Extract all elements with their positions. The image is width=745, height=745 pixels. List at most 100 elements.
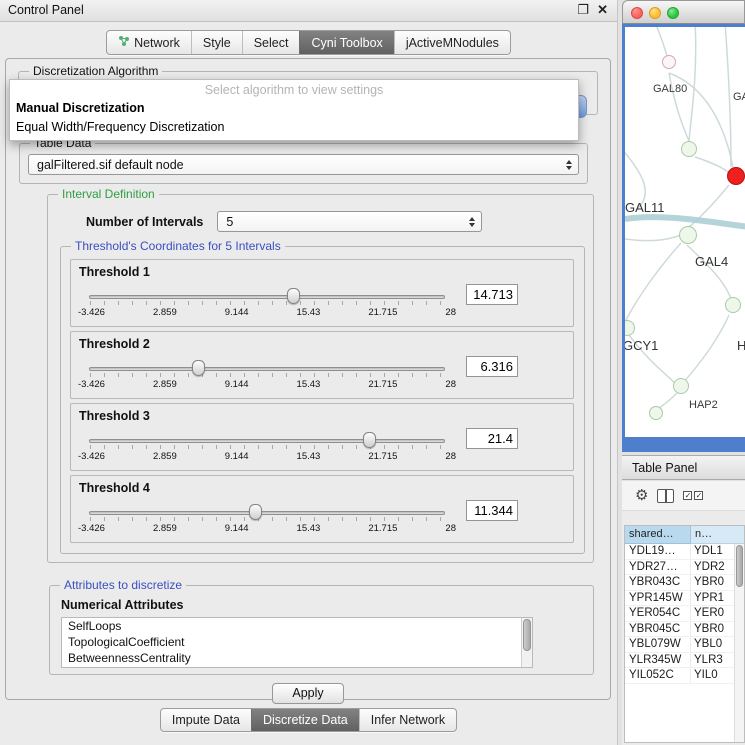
tab-discretize-data[interactable]: Discretize Data	[251, 709, 359, 731]
network-window-frame: GAL80 GA GAL11 GAL4 GCY1 H HAP2	[622, 24, 745, 452]
column-header-name[interactable]: n…	[691, 526, 744, 544]
threshold-2-slider[interactable]	[89, 360, 445, 377]
table-row[interactable]: YDR27… YDR2	[625, 560, 744, 576]
slider-tickmarks	[90, 445, 444, 449]
slider-track[interactable]	[89, 511, 445, 515]
tick-label: 21.715	[368, 451, 397, 462]
tab-select[interactable]: Select	[242, 31, 300, 54]
tab-network[interactable]: Network	[107, 31, 191, 54]
threshold-2-value-input[interactable]	[466, 356, 518, 377]
network-window-titlebar[interactable]	[622, 0, 745, 24]
scrollbar-thumb[interactable]	[523, 619, 531, 651]
attribute-list-item[interactable]: SelfLoops	[62, 618, 532, 634]
tick-label: 2.859	[153, 379, 177, 390]
network-node[interactable]	[649, 406, 663, 420]
threshold-1-value-input[interactable]	[466, 284, 518, 305]
desktop: Control Panel ❐ ✕ Network Style Select C…	[0, 0, 745, 745]
slider-track[interactable]	[89, 367, 445, 371]
network-node-highlighted[interactable]	[727, 167, 745, 185]
slider-track[interactable]	[89, 295, 445, 299]
slider-track[interactable]	[89, 439, 445, 443]
numerical-attributes-list: SelfLoopsTopologicalCoefficientBetweenne…	[61, 617, 533, 668]
tab-infer-network[interactable]: Infer Network	[359, 709, 456, 731]
combobox-arrows-icon	[562, 155, 575, 174]
apply-button[interactable]: Apply	[272, 683, 343, 704]
float-window-icon[interactable]: ❐	[577, 2, 589, 18]
network-node[interactable]	[681, 141, 697, 157]
table-cell-shared-name: YER054C	[625, 606, 691, 621]
table-scrollbar[interactable]	[734, 544, 744, 742]
tick-label: 21.715	[368, 307, 397, 318]
table-data-combobox[interactable]: galFiltered.sif default node	[28, 154, 579, 175]
close-window-icon[interactable]: ✕	[597, 2, 608, 18]
dropdown-option-manual-discretization[interactable]: Manual Discretization	[10, 99, 578, 118]
network-node[interactable]	[673, 378, 689, 394]
threshold-4-value-input[interactable]	[466, 500, 518, 521]
table-row[interactable]: YBL079W YBL0	[625, 637, 744, 653]
slider-thumb[interactable]	[249, 504, 262, 520]
zoom-traffic-light[interactable]	[667, 7, 679, 19]
settings-gear-icon[interactable]: ⚙	[635, 488, 648, 503]
table-header-row: shared… n…	[625, 526, 744, 544]
scrollbar-thumb[interactable]	[736, 545, 743, 587]
minimize-traffic-light[interactable]	[649, 7, 661, 19]
close-traffic-light[interactable]	[631, 7, 643, 19]
threshold-label: Threshold 1	[79, 265, 150, 279]
threshold-label: Threshold 4	[79, 481, 150, 495]
number-of-intervals-combobox[interactable]: 5	[217, 211, 482, 232]
network-window: GAL80 GA GAL11 GAL4 GCY1 H HAP2	[622, 0, 745, 452]
select-visible-columns-icon[interactable]: ✓ ✓	[683, 491, 703, 500]
dropdown-placeholder: Select algorithm to view settings	[10, 80, 578, 99]
attributes-list-scrollbar[interactable]	[521, 618, 532, 667]
table-cell-shared-name: YIL052C	[625, 668, 691, 683]
dropdown-option-equal-width-frequency[interactable]: Equal Width/Frequency Discretization	[10, 118, 578, 137]
slider-thumb[interactable]	[363, 432, 376, 448]
tick-label: 21.715	[368, 379, 397, 390]
attribute-list-item[interactable]: BetweennessCentrality	[62, 650, 532, 666]
attribute-list-item[interactable]: TopologicalCoefficient	[62, 634, 532, 650]
table-data-selected-value: galFiltered.sif default node	[37, 158, 184, 172]
tab-cyni-toolbox[interactable]: Cyni Toolbox	[299, 31, 393, 54]
threshold-panel-4: Threshold 4 -3.4262.8599.14415.4321.7152…	[70, 475, 574, 543]
slider-thumb[interactable]	[287, 288, 300, 304]
network-node[interactable]	[662, 55, 676, 69]
table-cell-shared-name: YBR043C	[625, 575, 691, 590]
node-label: HAP2	[689, 399, 718, 411]
right-panel-area: GAL80 GA GAL11 GAL4 GCY1 H HAP2 Table Pa…	[622, 0, 745, 745]
slider-thumb[interactable]	[192, 360, 205, 376]
slider-tickmarks	[90, 301, 444, 305]
tab-network-label: Network	[134, 36, 180, 50]
tab-jactivemnodules[interactable]: jActiveMNodules	[394, 31, 510, 54]
table-row[interactable]: YER054C YER0	[625, 606, 744, 622]
checkbox-icon: ✓	[694, 491, 703, 500]
table-row[interactable]: YBR043C YBR0	[625, 575, 744, 591]
tick-label: 15.43	[297, 307, 321, 318]
table-row[interactable]: YPR145W YPR1	[625, 591, 744, 607]
table-row[interactable]: YDL19… YDL1	[625, 544, 744, 560]
node-label: GAL4	[695, 254, 728, 269]
interval-definition-group: Interval Definition Number of Intervals …	[47, 194, 594, 563]
threshold-3-slider[interactable]	[89, 432, 445, 449]
table-panel: ⚙ ✓ ✓ shared… n… YDL19… YDL1 YDR27…	[622, 481, 745, 745]
control-panel-window: Control Panel ❐ ✕ Network Style Select C…	[0, 0, 618, 745]
column-header-shared-name[interactable]: shared…	[625, 526, 691, 544]
network-node[interactable]	[725, 297, 741, 313]
network-canvas[interactable]: GAL80 GA GAL11 GAL4 GCY1 H HAP2	[625, 27, 745, 437]
tab-impute-data[interactable]: Impute Data	[161, 709, 251, 731]
numerical-attributes-label: Numerical Attributes	[61, 598, 593, 612]
tab-style[interactable]: Style	[191, 31, 242, 54]
network-node[interactable]	[679, 226, 697, 244]
threshold-3-value-input[interactable]	[466, 428, 518, 449]
threshold-1-slider[interactable]	[89, 288, 445, 305]
threshold-panel-3: Threshold 3 -3.4262.8599.14415.4321.7152…	[70, 403, 574, 471]
columns-icon[interactable]	[657, 489, 674, 503]
table-cell-shared-name: YBR045C	[625, 622, 691, 637]
table-row[interactable]: YBR045C YBR0	[625, 622, 744, 638]
table-row[interactable]: YLR345W YLR3	[625, 653, 744, 669]
combobox-arrows-icon	[465, 212, 478, 231]
number-of-intervals-label: Number of Intervals	[86, 215, 203, 229]
threshold-4-slider[interactable]	[89, 504, 445, 521]
thresholds-group: Threshold's Coordinates for 5 Intervals …	[60, 246, 585, 554]
table-row[interactable]: YIL052C YIL0	[625, 668, 744, 684]
tick-label: 2.859	[153, 307, 177, 318]
